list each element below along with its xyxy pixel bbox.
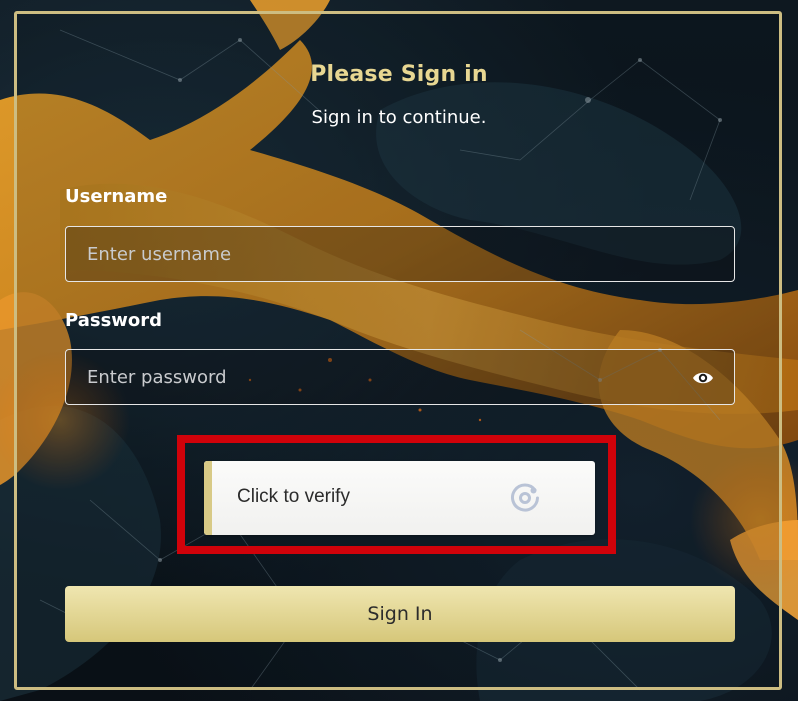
captcha-accent-stripe xyxy=(204,461,212,535)
eye-icon[interactable] xyxy=(692,368,714,388)
page-subtitle: Sign in to continue. xyxy=(311,107,487,128)
username-input[interactable] xyxy=(66,227,734,281)
password-input[interactable] xyxy=(66,350,734,404)
captcha-widget[interactable]: Click to verify xyxy=(204,461,595,535)
username-label: Username xyxy=(65,186,168,207)
captcha-refresh-icon[interactable] xyxy=(508,481,542,515)
page-title: Please Sign in xyxy=(310,62,488,87)
sign-in-button[interactable]: Sign In xyxy=(65,586,735,642)
password-label: Password xyxy=(65,310,163,331)
captcha-label: Click to verify xyxy=(237,486,350,507)
login-page: Please Sign in Sign in to continue. User… xyxy=(0,0,798,701)
password-field-container xyxy=(65,349,735,405)
username-field-container xyxy=(65,226,735,282)
